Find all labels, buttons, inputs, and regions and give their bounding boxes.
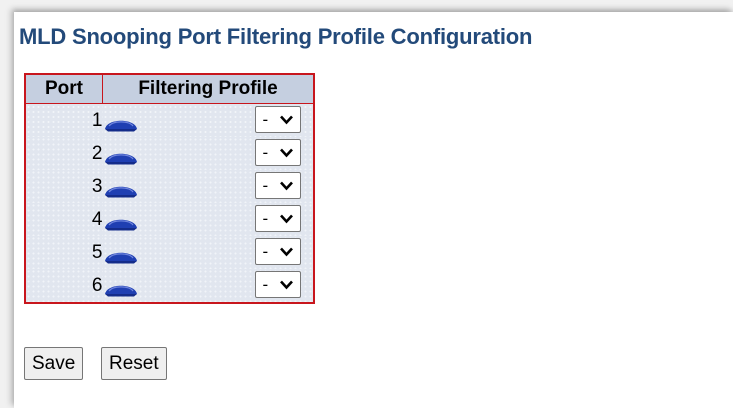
filtering-profile-cell: - xyxy=(102,170,314,203)
column-header-filtering-profile: Filtering Profile xyxy=(102,74,315,104)
port-number: 3 xyxy=(25,170,103,203)
port-number: 1 xyxy=(25,103,103,137)
filtering-profile-cell: - xyxy=(102,103,314,137)
reset-button[interactable]: Reset xyxy=(101,347,167,380)
chevron-down-icon xyxy=(279,148,293,158)
profile-select-value: - xyxy=(262,209,269,228)
view-profile-icon[interactable] xyxy=(104,182,138,198)
table-row: 6- xyxy=(25,269,314,303)
port-filtering-table: Port Filtering Profile 1-2-3-4-5-6- xyxy=(24,73,315,304)
view-profile-icon[interactable] xyxy=(104,215,138,231)
profile-select[interactable]: - xyxy=(254,238,301,265)
table-row: 5- xyxy=(25,236,314,269)
profile-select-value: - xyxy=(262,110,269,129)
profile-select[interactable]: - xyxy=(254,139,301,166)
chevron-down-icon xyxy=(279,280,293,290)
table-row: 4- xyxy=(25,203,314,236)
profile-select-value: - xyxy=(262,242,269,261)
view-profile-icon[interactable] xyxy=(104,116,138,132)
port-number: 5 xyxy=(25,236,103,269)
filtering-profile-cell: - xyxy=(102,269,314,303)
save-button[interactable]: Save xyxy=(24,347,84,380)
column-header-port: Port xyxy=(24,74,103,104)
profile-select-value: - xyxy=(262,275,269,294)
profile-select-value: - xyxy=(262,143,269,162)
filtering-profile-cell: - xyxy=(102,236,314,269)
profile-select[interactable]: - xyxy=(254,271,301,298)
profile-select-value: - xyxy=(262,176,269,195)
table-row: 2- xyxy=(25,137,314,170)
profile-select[interactable]: - xyxy=(254,205,301,232)
chevron-down-icon xyxy=(279,214,293,224)
port-number: 4 xyxy=(25,203,103,236)
filtering-profile-cell: - xyxy=(102,137,314,170)
profile-select[interactable]: - xyxy=(254,106,301,133)
port-number: 2 xyxy=(25,137,103,170)
view-profile-icon[interactable] xyxy=(104,149,138,165)
table-header-row: Port Filtering Profile xyxy=(24,74,315,104)
table-row: 3- xyxy=(25,170,314,203)
view-profile-icon[interactable] xyxy=(104,281,138,297)
chevron-down-icon xyxy=(279,115,293,125)
filtering-profile-cell: - xyxy=(102,203,314,236)
table-row: 1- xyxy=(25,103,314,137)
chevron-down-icon xyxy=(279,247,293,257)
view-profile-icon[interactable] xyxy=(104,248,138,264)
profile-select[interactable]: - xyxy=(254,172,301,199)
page-title: MLD Snooping Port Filtering Profile Conf… xyxy=(19,24,533,49)
port-number: 6 xyxy=(25,269,103,303)
chevron-down-icon xyxy=(279,181,293,191)
